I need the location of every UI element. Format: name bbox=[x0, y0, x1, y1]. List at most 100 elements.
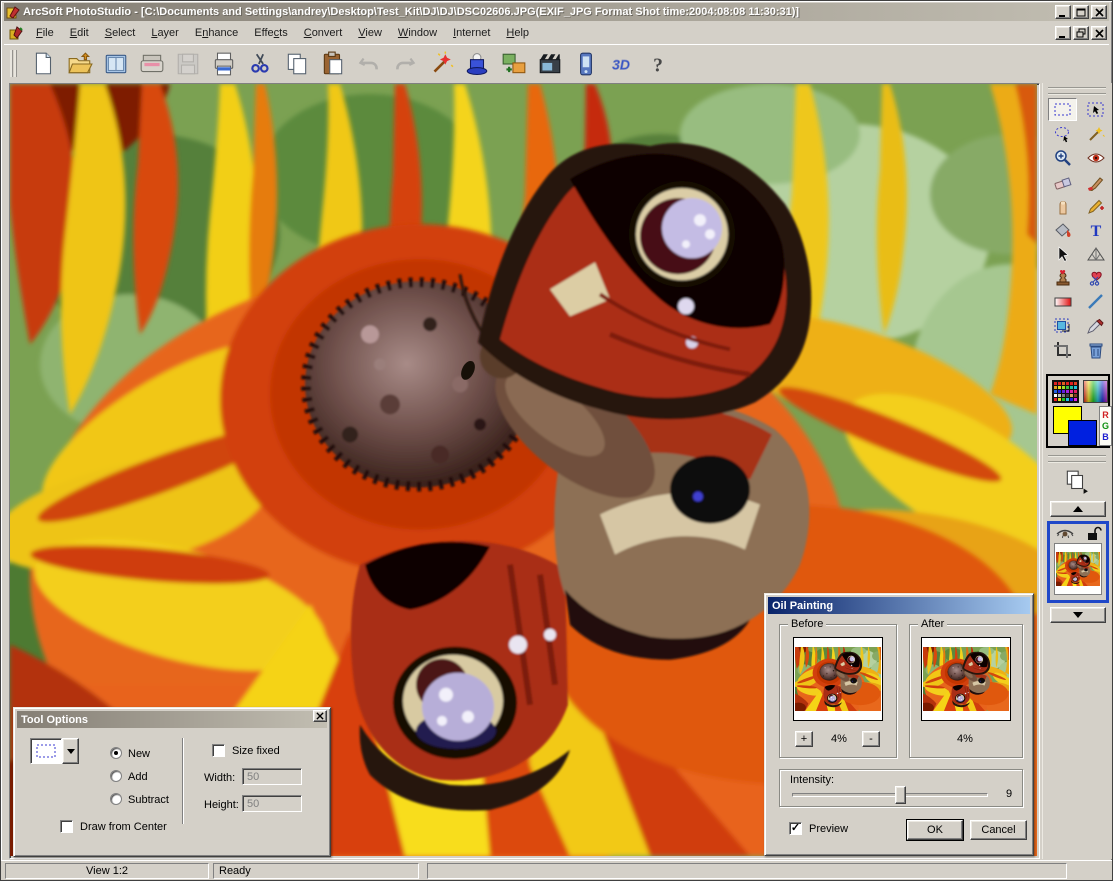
layer-item[interactable] bbox=[1047, 521, 1109, 603]
text-tool[interactable]: T bbox=[1081, 218, 1110, 241]
ok-button[interactable]: OK bbox=[906, 819, 964, 841]
gradient-tool[interactable] bbox=[1048, 290, 1077, 313]
layers-grip[interactable] bbox=[1048, 455, 1106, 463]
mode-add-radio[interactable] bbox=[110, 770, 122, 782]
mobile-device-button[interactable] bbox=[570, 48, 601, 79]
status-bar: View 1:2 Ready bbox=[1, 860, 1112, 880]
before-thumbnail[interactable] bbox=[793, 637, 883, 721]
select-shape-dropdown[interactable] bbox=[30, 738, 62, 764]
mdi-close-button[interactable] bbox=[1091, 26, 1107, 40]
clone-stamp-tool[interactable] bbox=[1048, 266, 1077, 289]
minimize-button[interactable] bbox=[1055, 5, 1071, 19]
app-icon bbox=[6, 5, 20, 19]
menu-file[interactable]: File bbox=[28, 27, 62, 39]
menu-view[interactable]: View bbox=[350, 27, 390, 39]
layer-thumbnail[interactable] bbox=[1054, 543, 1102, 595]
cancel-button[interactable]: Cancel bbox=[970, 820, 1027, 840]
transform-tool[interactable] bbox=[1048, 314, 1077, 337]
auto-enhance-wand-button[interactable] bbox=[425, 48, 456, 79]
mode-new-radio[interactable] bbox=[110, 747, 122, 759]
rainbow-swatch[interactable] bbox=[1083, 380, 1108, 403]
sharpen-tool[interactable] bbox=[1081, 242, 1110, 265]
smudge-tool[interactable] bbox=[1048, 194, 1077, 217]
width-input[interactable]: 50 bbox=[242, 768, 302, 785]
layer-unlock-icon[interactable] bbox=[1086, 525, 1103, 545]
pattern-cutout-tool[interactable] bbox=[1081, 266, 1110, 289]
intensity-slider-track[interactable] bbox=[792, 786, 988, 804]
delete-tool[interactable] bbox=[1081, 338, 1110, 361]
before-zoom-in-button[interactable]: + bbox=[795, 731, 813, 747]
browse-album-button[interactable] bbox=[100, 48, 131, 79]
crop-tool[interactable] bbox=[1048, 338, 1077, 361]
layer-visibility-eye-icon[interactable] bbox=[1055, 526, 1075, 544]
freehand-select-tool[interactable] bbox=[1048, 122, 1077, 145]
layer-down-button[interactable] bbox=[1050, 607, 1106, 623]
stitch-images-button[interactable] bbox=[498, 48, 529, 79]
menu-internet[interactable]: Internet bbox=[445, 27, 498, 39]
cut-button[interactable] bbox=[245, 48, 276, 79]
after-thumbnail[interactable] bbox=[921, 637, 1011, 721]
new-document-button[interactable] bbox=[28, 48, 59, 79]
menu-enhance[interactable]: Enhance bbox=[187, 27, 246, 39]
background-color-swatch[interactable] bbox=[1068, 420, 1097, 446]
layers-icon[interactable] bbox=[1063, 469, 1089, 498]
pen-tool[interactable] bbox=[1081, 194, 1110, 217]
before-zoom-out-button[interactable]: - bbox=[862, 731, 880, 747]
draw-from-center-checkbox[interactable] bbox=[60, 820, 73, 833]
intensity-slider-thumb[interactable] bbox=[894, 786, 906, 804]
paste-button[interactable] bbox=[317, 48, 348, 79]
menu-layer[interactable]: Layer bbox=[143, 27, 187, 39]
title-bar[interactable]: ArcSoft PhotoStudio - [C:\Documents and … bbox=[4, 3, 1109, 21]
oil-painting-dialog[interactable]: Oil Painting Before + 4% - After 4% Inte… bbox=[764, 593, 1034, 856]
tool-options-dialog[interactable]: Tool Options New Add Subtract Size fixed… bbox=[13, 707, 331, 857]
menu-effects[interactable]: Effects bbox=[246, 27, 295, 39]
undo-button[interactable] bbox=[353, 48, 384, 79]
redo-button[interactable] bbox=[389, 48, 420, 79]
toolbar-grip[interactable] bbox=[10, 50, 17, 77]
video-capture-button[interactable] bbox=[534, 48, 565, 79]
mode-subtract-radio[interactable] bbox=[110, 793, 122, 805]
magic-effects-hat-button[interactable] bbox=[461, 48, 492, 79]
menu-window[interactable]: Window bbox=[390, 27, 445, 39]
rgb-button[interactable]: R G B bbox=[1099, 406, 1112, 446]
select-shape-dropdown-arrow[interactable] bbox=[62, 738, 79, 764]
acquire-scanner-button[interactable] bbox=[136, 48, 167, 79]
menu-select[interactable]: Select bbox=[97, 27, 144, 39]
shape-select-tool[interactable] bbox=[1048, 242, 1077, 265]
palette-grid-swatch[interactable] bbox=[1052, 380, 1079, 406]
bucket-fill-tool[interactable] bbox=[1048, 218, 1077, 241]
menu-help[interactable]: Help bbox=[498, 27, 537, 39]
close-button[interactable] bbox=[1091, 5, 1107, 19]
menu-convert[interactable]: Convert bbox=[296, 27, 351, 39]
help-button[interactable]: ? bbox=[642, 48, 673, 79]
height-input[interactable]: 50 bbox=[242, 795, 302, 812]
tool-options-close-icon[interactable] bbox=[313, 710, 327, 722]
main-toolbar: 3D ? bbox=[4, 44, 1109, 81]
magic-wand-tool[interactable] bbox=[1081, 122, 1110, 145]
eraser-tool[interactable] bbox=[1048, 170, 1077, 193]
print-button[interactable] bbox=[208, 48, 239, 79]
rgb-r: R bbox=[1102, 409, 1109, 420]
maximize-button[interactable] bbox=[1073, 5, 1089, 19]
document-icon[interactable] bbox=[8, 25, 24, 41]
text-3d-button[interactable]: 3D bbox=[604, 48, 635, 79]
mdi-restore-button[interactable] bbox=[1073, 26, 1089, 40]
rectangle-select-tool[interactable] bbox=[1048, 98, 1077, 121]
move-selection-tool[interactable] bbox=[1081, 98, 1110, 121]
save-file-button[interactable] bbox=[172, 48, 203, 79]
tool-options-title-bar[interactable]: Tool Options bbox=[17, 711, 327, 728]
open-file-button[interactable] bbox=[64, 48, 95, 79]
paintbrush-tool[interactable] bbox=[1081, 170, 1110, 193]
palette-grip[interactable] bbox=[1048, 87, 1106, 95]
size-fixed-checkbox[interactable] bbox=[212, 744, 225, 757]
preview-checkbox[interactable] bbox=[789, 822, 802, 835]
mdi-minimize-button[interactable] bbox=[1055, 26, 1071, 40]
eyedropper-tool[interactable] bbox=[1081, 314, 1110, 337]
layer-up-button[interactable] bbox=[1050, 501, 1106, 517]
oil-painting-title-bar[interactable]: Oil Painting bbox=[768, 597, 1030, 614]
line-tool[interactable] bbox=[1081, 290, 1110, 313]
zoom-tool[interactable] bbox=[1048, 146, 1077, 169]
copy-button[interactable] bbox=[281, 48, 312, 79]
red-eye-removal-tool[interactable] bbox=[1081, 146, 1110, 169]
menu-edit[interactable]: Edit bbox=[62, 27, 97, 39]
